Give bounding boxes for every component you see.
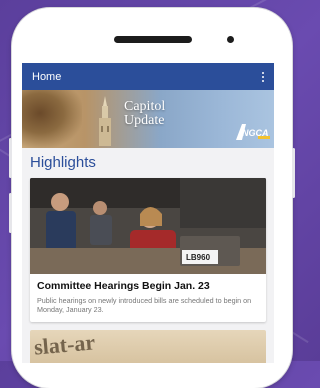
- app-screen: Home Capitol Update NGCA Highlights LB96…: [22, 63, 274, 363]
- banner-title-line2: Update: [124, 113, 165, 128]
- power-button: [292, 148, 295, 198]
- speaker-grille: [114, 36, 192, 43]
- ngca-logo: NGCA: [236, 124, 270, 140]
- app-bar-title: Home: [32, 70, 62, 83]
- front-camera: [227, 36, 234, 43]
- app-bar: Home: [22, 63, 274, 90]
- article-card[interactable]: LB960 Committee Hearings Begin Jan. 23 P…: [30, 178, 266, 322]
- tree-graphic: [22, 90, 82, 148]
- article-card[interactable]: slat-ar: [30, 330, 266, 363]
- article-description: Public hearings on newly introduced bill…: [37, 296, 252, 314]
- banner-title: Capitol Update: [124, 100, 165, 128]
- article-image-text: slat-ar: [32, 330, 97, 360]
- article-image: LB960: [30, 178, 266, 274]
- section-title: Highlights: [30, 154, 96, 171]
- banner-title-line1: Capitol: [124, 99, 166, 114]
- capitol-tower-icon: [99, 96, 111, 146]
- article-body: Committee Hearings Begin Jan. 23 Public …: [30, 274, 266, 322]
- hearing-room-photo: LB960: [30, 178, 266, 274]
- more-vertical-icon[interactable]: [260, 71, 266, 82]
- article-title: Committee Hearings Begin Jan. 23: [37, 280, 210, 292]
- volume-button: [9, 138, 12, 178]
- volume-button: [9, 193, 12, 233]
- capitol-update-banner[interactable]: Capitol Update NGCA: [22, 90, 274, 148]
- nameplate-label: LB960: [186, 253, 211, 262]
